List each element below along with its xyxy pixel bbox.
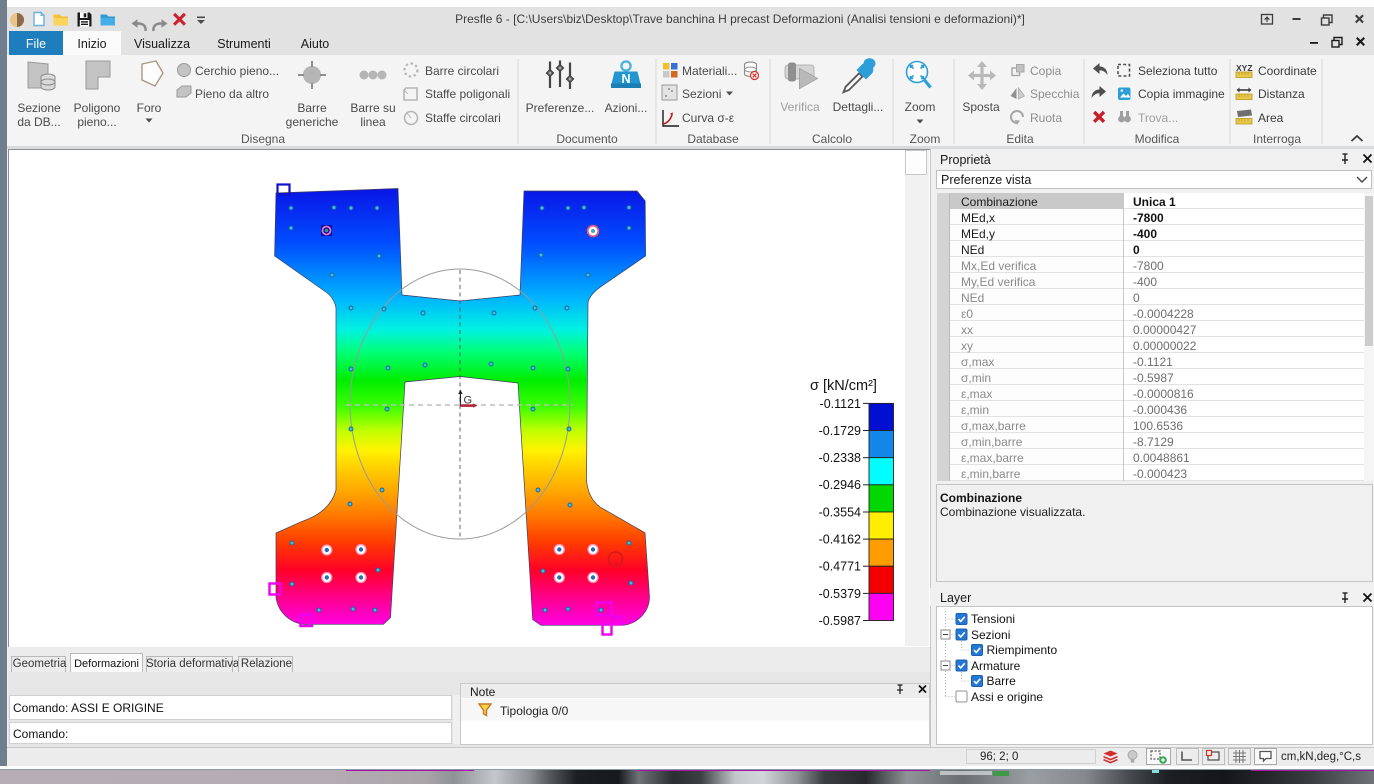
svg-text:G: G: [464, 395, 473, 407]
svg-text:N: N: [621, 72, 630, 86]
svg-text:-0.1121: -0.1121: [820, 397, 862, 411]
svg-text:-0.5379: -0.5379: [819, 587, 861, 601]
svg-text:-0.5987: -0.5987: [819, 614, 861, 628]
svg-text:-0.4162: -0.4162: [819, 533, 861, 547]
svg-text:-0.4771: -0.4771: [819, 560, 861, 574]
svg-text:-0.2946: -0.2946: [819, 478, 861, 492]
svg-text:-0.2338: -0.2338: [819, 451, 861, 465]
svg-text:-0.3554: -0.3554: [819, 505, 861, 519]
svg-text:σ [kN/cm²]: σ [kN/cm²]: [810, 378, 877, 394]
svg-text:-0.1729: -0.1729: [819, 424, 861, 438]
svg-text:XYZ: XYZ: [1236, 63, 1253, 73]
